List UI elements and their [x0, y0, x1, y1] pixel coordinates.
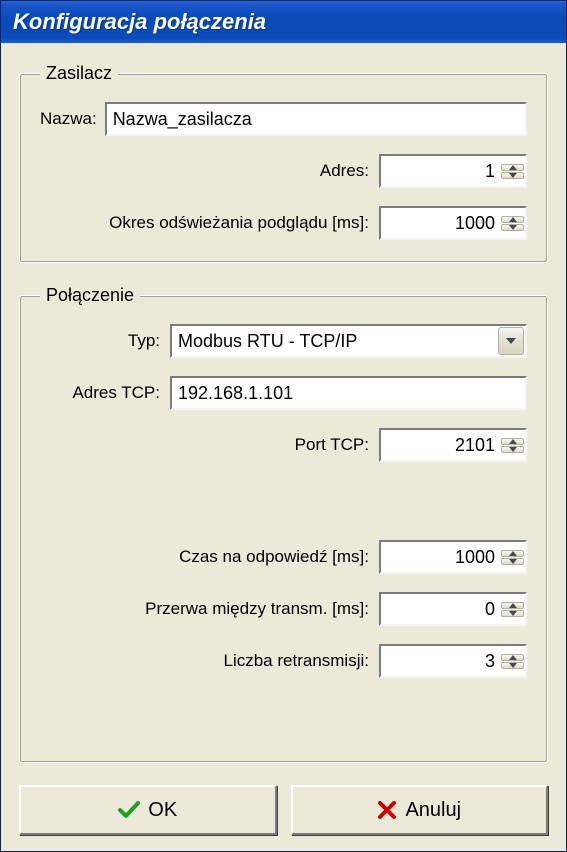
retrans-spinner[interactable]: 3 — [379, 644, 527, 678]
okres-value[interactable]: 1000 — [381, 213, 501, 234]
ok-button-label: OK — [148, 799, 177, 822]
button-row: OK Anuluj — [19, 785, 548, 835]
adres-tcp-input[interactable]: 192.168.1.101 — [170, 376, 527, 410]
retrans-spin-down[interactable] — [501, 662, 524, 669]
port-tcp-spin-down[interactable] — [501, 446, 524, 453]
typ-value: Modbus RTU - TCP/IP — [178, 331, 497, 352]
czas-odp-spin-down[interactable] — [501, 558, 524, 565]
retrans-spin-up[interactable] — [501, 654, 524, 661]
okres-spinner[interactable]: 1000 — [379, 206, 527, 240]
czas-odp-spin-up[interactable] — [501, 550, 524, 557]
nazwa-value: Nazwa_zasilacza — [113, 109, 519, 130]
window-title: Konfiguracja połączenia — [13, 9, 266, 35]
titlebar[interactable]: Konfiguracja połączenia — [1, 1, 566, 43]
adres-tcp-value: 192.168.1.101 — [178, 383, 519, 404]
przerwa-spin-down[interactable] — [501, 610, 524, 617]
nazwa-input[interactable]: Nazwa_zasilacza — [105, 102, 527, 136]
adres-label: Adres: — [40, 161, 379, 181]
port-tcp-spin-up[interactable] — [501, 438, 524, 445]
typ-label: Typ: — [40, 331, 170, 351]
group-zasilacz: Zasilacz Nazwa: Nazwa_zasilacza Adres: 1 — [19, 63, 548, 263]
okres-spin-up[interactable] — [501, 216, 524, 223]
check-icon — [118, 801, 140, 819]
port-tcp-label: Port TCP: — [40, 435, 379, 455]
retrans-label: Liczba retransmisji: — [40, 651, 379, 671]
przerwa-spinner[interactable]: 0 — [379, 592, 527, 626]
port-tcp-spinner[interactable]: 2101 — [379, 428, 527, 462]
przerwa-label: Przerwa między transm. [ms]: — [40, 599, 379, 619]
retrans-value[interactable]: 3 — [381, 651, 501, 672]
adres-spinner[interactable]: 1 — [379, 154, 527, 188]
okres-spin-down[interactable] — [501, 224, 524, 231]
okres-label: Okres odświeżania podglądu [ms]: — [40, 213, 379, 233]
przerwa-spin-up[interactable] — [501, 602, 524, 609]
czas-odp-label: Czas na odpowiedź [ms]: — [40, 547, 379, 567]
group-zasilacz-legend: Zasilacz — [40, 63, 118, 84]
ok-button[interactable]: OK — [19, 785, 277, 835]
group-polaczenie-legend: Połączenie — [40, 285, 140, 306]
przerwa-value[interactable]: 0 — [381, 599, 501, 620]
typ-combo[interactable]: Modbus RTU - TCP/IP — [170, 324, 527, 358]
chevron-down-icon[interactable] — [498, 327, 524, 355]
nazwa-label: Nazwa: — [40, 109, 105, 129]
czas-odp-spinner[interactable]: 1000 — [379, 540, 527, 574]
cancel-button-label: Anuluj — [405, 799, 461, 822]
czas-odp-value[interactable]: 1000 — [381, 547, 501, 568]
group-polaczenie: Połączenie Typ: Modbus RTU - TCP/IP Adre… — [19, 285, 548, 763]
adres-value[interactable]: 1 — [381, 161, 501, 182]
x-icon — [377, 800, 397, 820]
cancel-button[interactable]: Anuluj — [291, 785, 549, 835]
dialog-window: Konfiguracja połączenia Zasilacz Nazwa: … — [0, 0, 567, 852]
adres-spin-down[interactable] — [501, 172, 524, 179]
adres-spin-up[interactable] — [501, 164, 524, 171]
client-area: Zasilacz Nazwa: Nazwa_zasilacza Adres: 1 — [1, 43, 566, 851]
adres-tcp-label: Adres TCP: — [40, 383, 170, 403]
port-tcp-value[interactable]: 2101 — [381, 435, 501, 456]
